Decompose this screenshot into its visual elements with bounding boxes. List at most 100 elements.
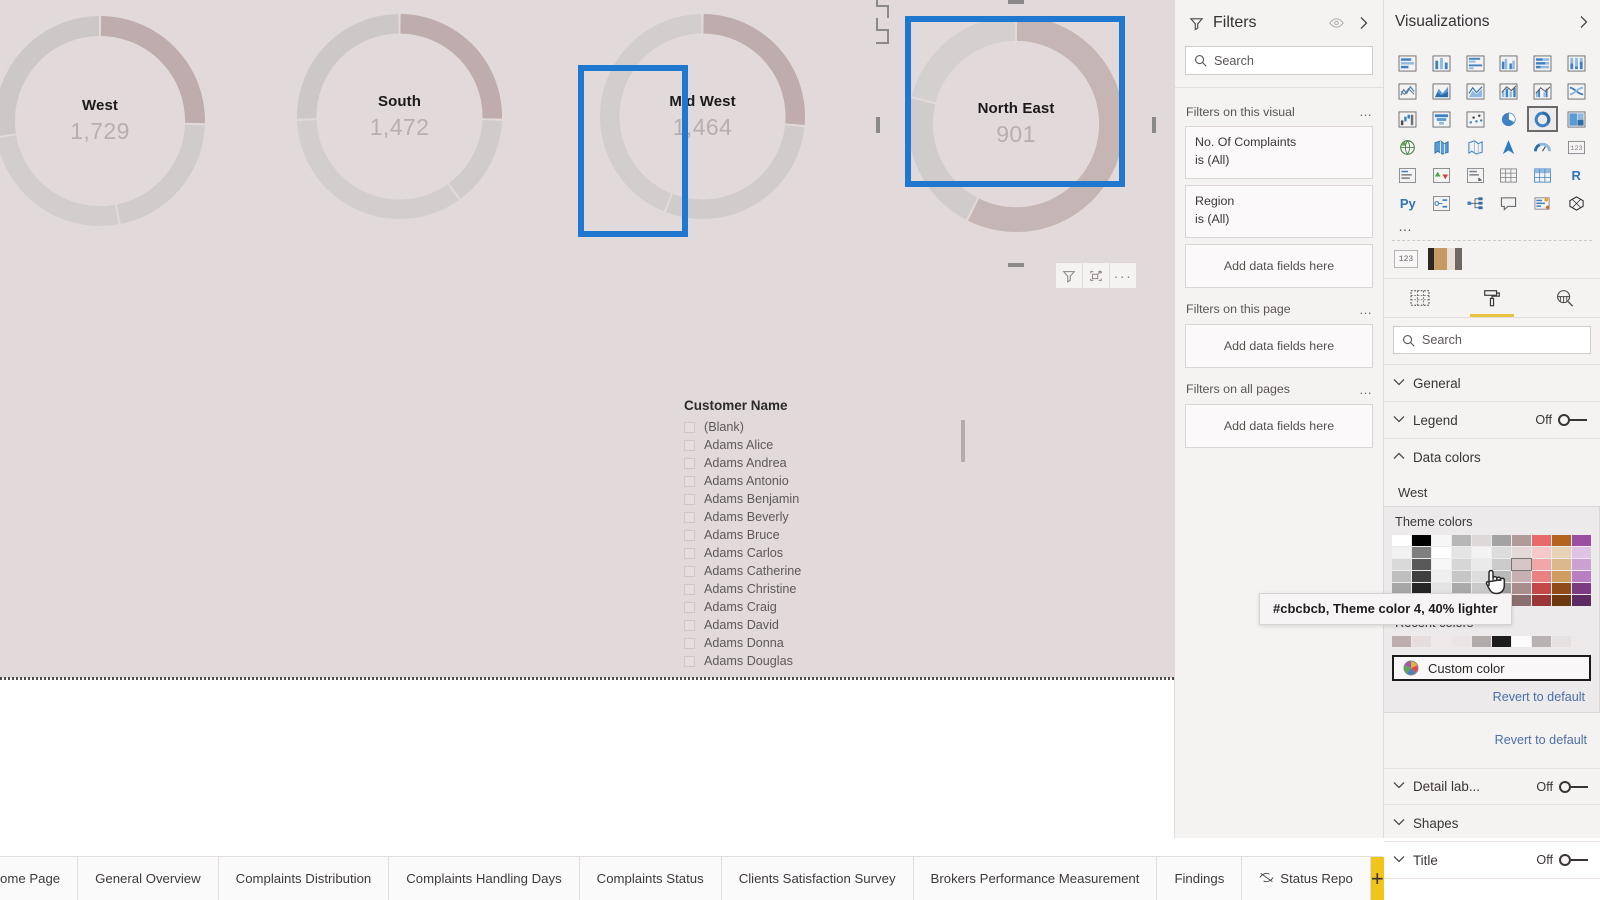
pie-chart-icon[interactable] (1493, 106, 1525, 132)
filter-card[interactable]: No. Of Complaints is (All) (1185, 126, 1373, 179)
theme-color-swatch[interactable] (1512, 547, 1531, 558)
line-and-clustered-column-icon[interactable] (1527, 78, 1559, 104)
r-script-visual-icon[interactable]: R (1560, 162, 1592, 188)
treemap-icon[interactable] (1560, 106, 1592, 132)
donut-slice[interactable] (297, 119, 459, 219)
slicer-checkbox[interactable] (684, 565, 695, 577)
theme-color-swatch[interactable] (1432, 559, 1451, 570)
theme-color-swatch[interactable] (1572, 559, 1591, 570)
line-and-stacked-column-icon[interactable] (1493, 78, 1525, 104)
recent-color-swatch[interactable] (1552, 636, 1571, 647)
filter-section-more-icon[interactable]: … (1359, 302, 1373, 317)
format-tab[interactable] (1456, 279, 1528, 317)
theme-color-swatch[interactable] (1552, 583, 1571, 594)
theme-color-swatch[interactable] (1512, 535, 1531, 546)
stacked-area-chart-icon[interactable] (1459, 78, 1491, 104)
clustered-bar-chart-icon[interactable] (1459, 50, 1491, 76)
toggle-switch-icon[interactable] (1559, 780, 1589, 793)
recent-color-swatch[interactable] (1432, 636, 1451, 647)
theme-color-swatch[interactable] (1492, 571, 1511, 582)
recent-color-swatch[interactable] (1492, 636, 1511, 647)
theme-color-swatch[interactable] (1452, 571, 1471, 582)
theme-color-swatch[interactable] (1472, 535, 1491, 546)
slicer-item[interactable]: Adams Andrea (684, 454, 954, 472)
theme-color-swatch[interactable] (1472, 559, 1491, 570)
theme-color-swatch[interactable] (1572, 547, 1591, 558)
more-options-icon[interactable]: ··· (1110, 263, 1136, 288)
scatter-chart-icon[interactable] (1459, 106, 1491, 132)
theme-color-swatch[interactable] (1432, 571, 1451, 582)
expand-chevron-icon[interactable] (1358, 16, 1369, 30)
slicer-checkbox[interactable] (684, 601, 695, 613)
theme-color-swatch[interactable] (1552, 535, 1571, 546)
theme-color-swatch[interactable] (1552, 595, 1571, 606)
legend-toggle[interactable]: Off (1535, 413, 1588, 427)
table-icon[interactable] (1493, 162, 1525, 188)
theme-color-swatch[interactable] (1432, 547, 1451, 558)
theme-color-swatch[interactable] (1532, 547, 1551, 558)
theme-color-swatch[interactable] (1492, 535, 1511, 546)
donut-slice[interactable] (0, 134, 119, 226)
hide-pane-eye-icon[interactable] (1329, 17, 1344, 29)
shape-map-icon[interactable] (1459, 134, 1491, 160)
recent-color-swatch[interactable] (1532, 636, 1551, 647)
card-icon[interactable]: 123 (1560, 134, 1592, 160)
expand-chevron-icon[interactable] (1578, 15, 1589, 29)
slicer-item[interactable]: Adams Donna (684, 634, 954, 652)
smart-narrative-icon[interactable] (1527, 190, 1559, 216)
donut-slice[interactable] (116, 124, 205, 224)
theme-color-swatch[interactable] (1552, 559, 1571, 570)
slicer-item[interactable]: Adams Antonio (684, 472, 954, 490)
theme-color-swatch[interactable] (1492, 559, 1511, 570)
slicer-checkbox[interactable] (684, 583, 695, 595)
focus-mode-icon[interactable] (1083, 263, 1109, 288)
page-tabs[interactable]: ome Page General Overview Complaints Distr… (0, 857, 1371, 900)
format-section-data-colors[interactable]: Data colors (1384, 439, 1600, 476)
page-tab-bar[interactable]: ome Page General Overview Complaints Distr… (0, 856, 1384, 900)
theme-color-swatch[interactable] (1572, 535, 1591, 546)
slicer-checkbox[interactable] (684, 457, 695, 469)
page-tab[interactable]: Complaints Status (580, 857, 722, 900)
slicer-checkbox[interactable] (684, 637, 695, 649)
theme-color-swatch[interactable] (1532, 571, 1551, 582)
page-tab[interactable]: Clients Satisfaction Survey (722, 857, 914, 900)
fields-tab[interactable] (1384, 279, 1456, 317)
funnel-chart-icon[interactable] (1426, 106, 1458, 132)
donut-visual-west[interactable]: West 1,729 (0, 12, 205, 230)
slicer-checkbox[interactable] (684, 493, 695, 505)
waterfall-chart-icon[interactable] (1392, 106, 1424, 132)
analytics-tab[interactable] (1528, 279, 1600, 317)
matrix-icon[interactable] (1527, 162, 1559, 188)
theme-color-swatch[interactable] (1392, 559, 1411, 570)
recent-color-swatch[interactable] (1452, 636, 1471, 647)
slicer-scrollbar[interactable] (961, 420, 965, 462)
more-visuals-button[interactable]: … (1384, 216, 1600, 238)
theme-color-swatch[interactable] (1472, 571, 1491, 582)
arcgis-map-icon[interactable] (1493, 134, 1525, 160)
donut-visual-south[interactable]: South 1,472 (297, 10, 502, 223)
visual-header-actions[interactable]: ··· (1056, 263, 1136, 288)
custom-color-button[interactable]: Custom color (1392, 655, 1591, 681)
123-number-card-icon[interactable]: 123 (1394, 250, 1418, 268)
report-theme-swatch[interactable] (1428, 248, 1462, 270)
slicer-item[interactable]: Adams David (684, 616, 954, 634)
theme-color-swatch[interactable] (1452, 535, 1471, 546)
report-canvas[interactable]: West 1,729 South 1,472 Mid West 1,464 No… (0, 0, 1174, 838)
theme-color-swatch[interactable] (1512, 595, 1531, 606)
filter-section-more-icon[interactable]: … (1359, 382, 1373, 397)
page-tab[interactable]: Findings (1157, 857, 1243, 900)
stacked-bar-chart-icon[interactable] (1392, 50, 1424, 76)
stacked-column-chart-icon[interactable] (1426, 50, 1458, 76)
slicer-item-list[interactable]: (Blank) Adams Alice Adams Andrea Adams Anto… (684, 418, 954, 670)
slicer-item[interactable]: Adams Beverly (684, 508, 954, 526)
customer-name-slicer[interactable]: Customer Name (Blank) Adams Alice Adams An… (684, 398, 965, 673)
filter-drop-zone[interactable]: Add data fields here (1185, 243, 1373, 288)
page-tab[interactable]: General Overview (78, 857, 219, 900)
slicer-checkbox[interactable] (684, 547, 695, 559)
theme-color-swatch[interactable] (1492, 547, 1511, 558)
donut-slice[interactable] (703, 14, 805, 126)
theme-color-swatch[interactable] (1392, 535, 1411, 546)
filters-search-container[interactable]: Search (1175, 46, 1383, 87)
filters-search-input[interactable]: Search (1185, 46, 1373, 75)
toggle-switch-icon[interactable] (1559, 854, 1589, 866)
